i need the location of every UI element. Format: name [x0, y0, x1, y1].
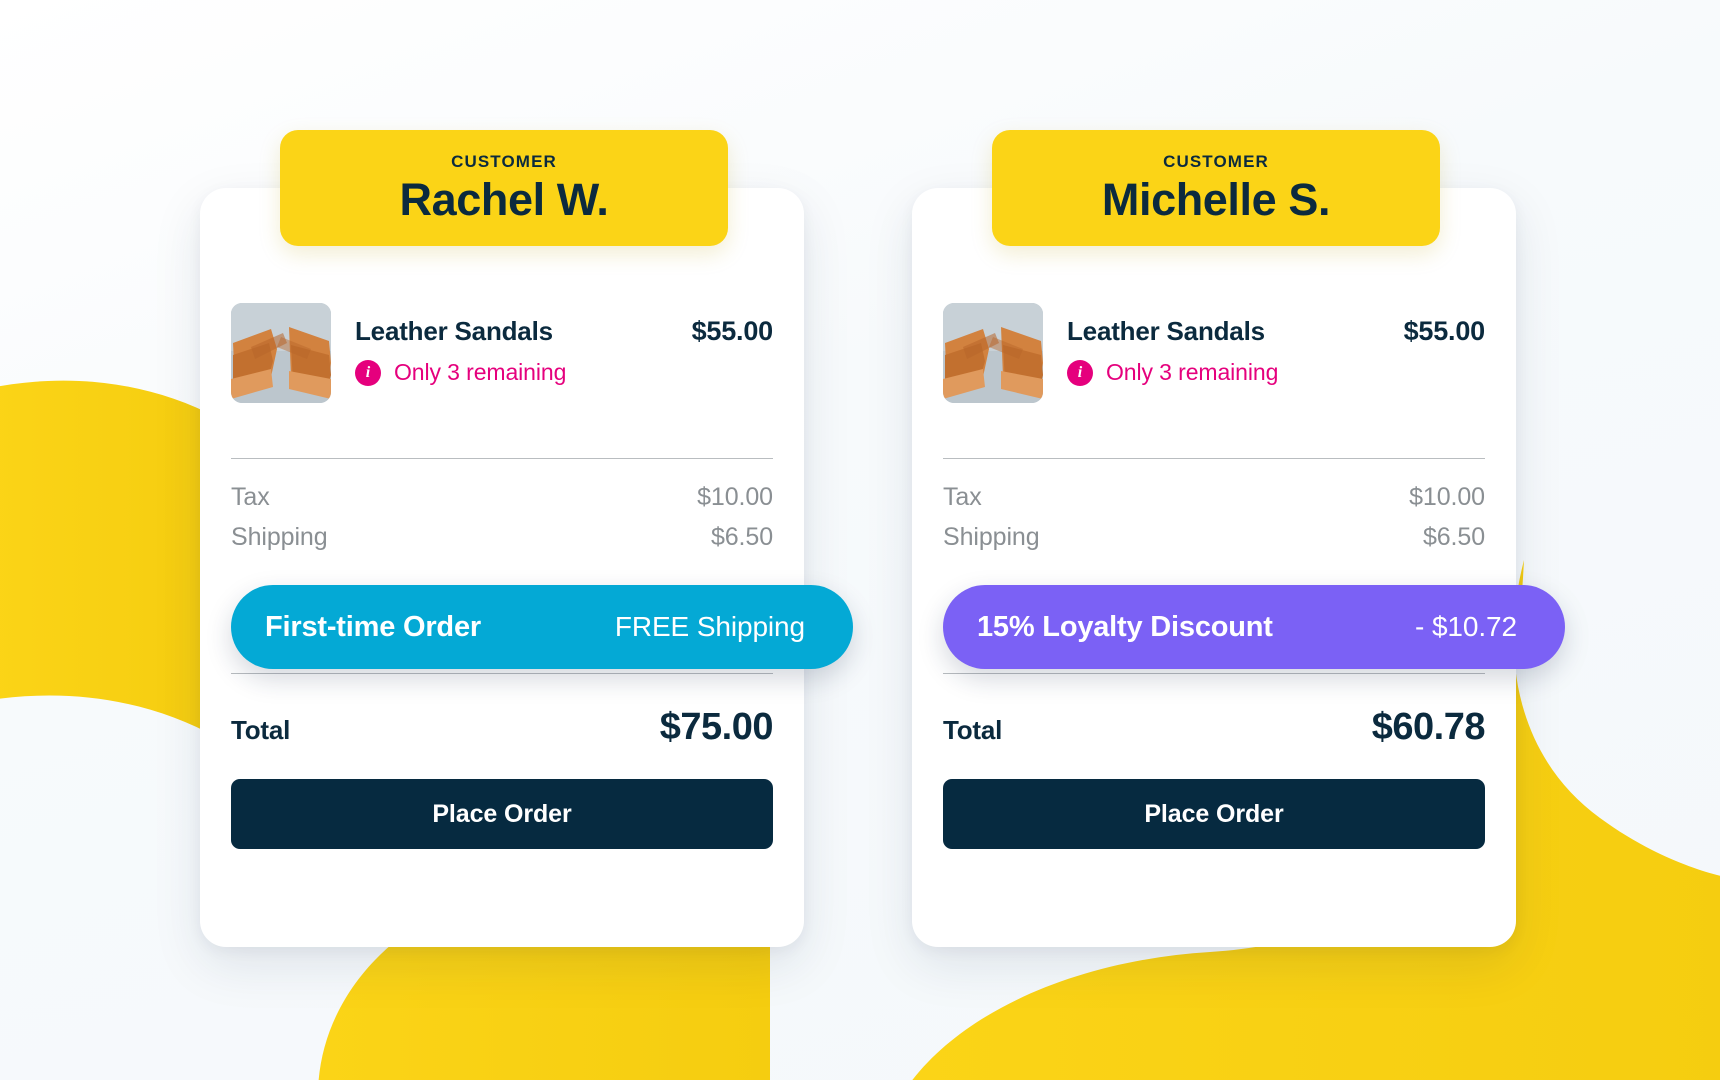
- total-value: $75.00: [659, 706, 774, 748]
- total-label: Total: [231, 715, 291, 745]
- place-order-button[interactable]: Place Order: [943, 779, 1485, 849]
- card-body: Leather Sandals $55.00 i Only 3 remainin…: [943, 293, 1565, 947]
- product-name: Leather Sandals: [355, 316, 553, 346]
- stock-warning: i Only 3 remaining: [1067, 359, 1485, 386]
- customer-label: CUSTOMER: [451, 151, 557, 171]
- stock-text: Only 3 remaining: [1106, 359, 1279, 385]
- promo-pill[interactable]: 15% Loyalty Discount - $10.72: [943, 585, 1565, 669]
- fee-value: $10.00: [1409, 483, 1485, 511]
- total-label: Total: [943, 715, 1003, 745]
- order-card-rachel: CUSTOMER Rachel W. Leather Sandals $55.0…: [200, 130, 853, 947]
- fee-row-tax: Tax $10.00: [943, 477, 1485, 517]
- stock-text: Only 3 remaining: [394, 359, 567, 385]
- fee-value: $6.50: [1422, 523, 1485, 551]
- product-thumbnail[interactable]: [231, 303, 331, 403]
- customer-label: CUSTOMER: [1163, 151, 1269, 171]
- customer-tag: CUSTOMER Michelle S.: [992, 130, 1440, 246]
- promo-title: First-time Order: [265, 610, 481, 643]
- product-thumbnail[interactable]: [943, 303, 1043, 403]
- promo-pill[interactable]: First-time Order FREE Shipping: [231, 585, 853, 669]
- product-info: Leather Sandals $55.00 i Only 3 remainin…: [355, 303, 773, 386]
- customer-tag: CUSTOMER Rachel W.: [280, 130, 728, 246]
- info-icon: i: [1067, 359, 1093, 386]
- promo-value: FREE Shipping: [614, 611, 805, 642]
- promo-value: - $10.72: [1415, 611, 1517, 642]
- product-price: $55.00: [691, 316, 774, 346]
- leather-sandals-photo: [231, 303, 331, 403]
- total-row: Total $75.00: [231, 674, 774, 779]
- product-top-row: Leather Sandals $55.00: [355, 316, 773, 347]
- total-value: $60.78: [1371, 706, 1486, 748]
- place-order-button[interactable]: Place Order: [231, 779, 773, 849]
- customer-name: Michelle S.: [1101, 173, 1331, 225]
- fee-row-tax: Tax $10.00: [231, 477, 773, 517]
- fee-label: Shipping: [943, 523, 1040, 551]
- fees-section: Tax $10.00 Shipping $6.50: [231, 459, 773, 557]
- card-body: Leather Sandals $55.00 i Only 3 remainin…: [231, 293, 853, 947]
- product-top-row: Leather Sandals $55.00: [1067, 316, 1485, 347]
- product-price: $55.00: [1403, 316, 1486, 346]
- promo-area: First-time Order FREE Shipping: [231, 557, 853, 673]
- fee-label: Tax: [943, 483, 982, 511]
- promo-area: 15% Loyalty Discount - $10.72: [943, 557, 1565, 673]
- leather-sandals-photo: [943, 303, 1043, 403]
- fee-label: Tax: [231, 483, 270, 511]
- fee-row-shipping: Shipping $6.50: [231, 517, 773, 557]
- fees-section: Tax $10.00 Shipping $6.50: [943, 459, 1485, 557]
- product-name: Leather Sandals: [1067, 316, 1265, 346]
- fee-value: $10.00: [697, 483, 773, 511]
- fee-value: $6.50: [710, 523, 773, 551]
- customer-name: Rachel W.: [399, 173, 609, 225]
- cards-stage: CUSTOMER Rachel W. Leather Sandals $55.0…: [0, 0, 1720, 1080]
- info-icon: i: [355, 359, 381, 386]
- product-row[interactable]: Leather Sandals $55.00 i Only 3 remainin…: [943, 293, 1485, 403]
- stock-warning: i Only 3 remaining: [355, 359, 773, 386]
- product-row[interactable]: Leather Sandals $55.00 i Only 3 remainin…: [231, 293, 773, 403]
- total-row: Total $60.78: [943, 674, 1486, 779]
- fee-label: Shipping: [231, 523, 328, 551]
- order-card-michelle: CUSTOMER Michelle S. Leather Sandals $55…: [912, 130, 1565, 947]
- product-info: Leather Sandals $55.00 i Only 3 remainin…: [1067, 303, 1485, 386]
- promo-title: 15% Loyalty Discount: [977, 610, 1273, 643]
- fee-row-shipping: Shipping $6.50: [943, 517, 1485, 557]
